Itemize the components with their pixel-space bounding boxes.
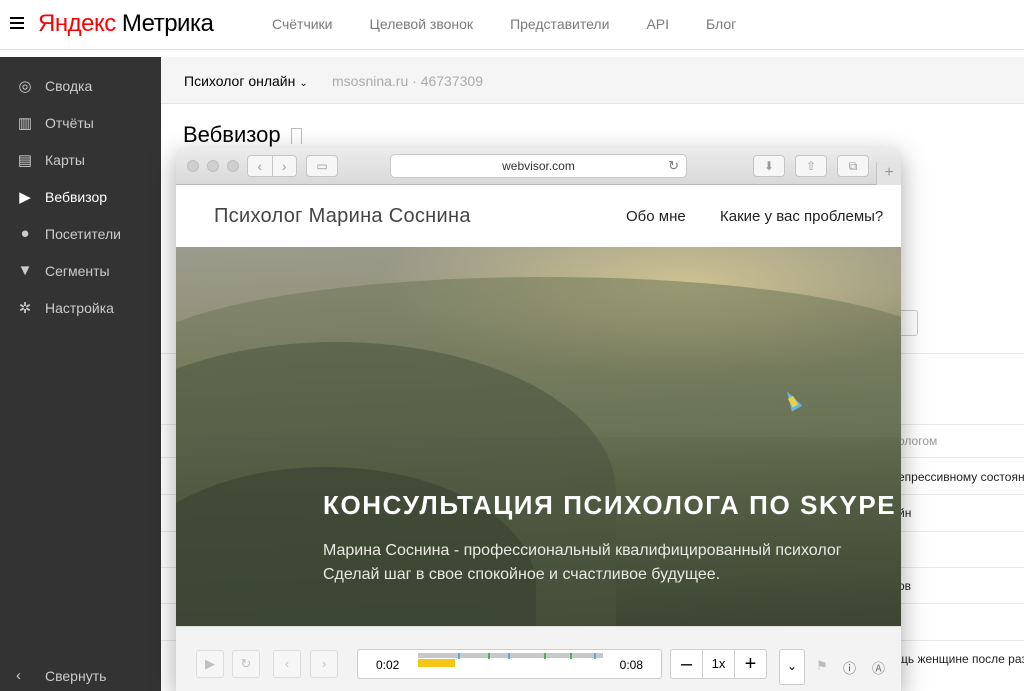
timeline-played xyxy=(418,659,455,667)
gauge-icon: ◎ xyxy=(18,77,32,95)
sidebar-item-webvisor[interactable]: ▶ Вебвизор xyxy=(0,178,161,215)
gear-icon: ✲ xyxy=(18,299,32,317)
current-time: 0:02 xyxy=(376,658,400,672)
window-close-button[interactable] xyxy=(187,160,199,172)
sidebar-item-label: Отчёты xyxy=(45,114,94,131)
chevron-left-icon: ‹ xyxy=(16,667,21,684)
forward-icon[interactable]: › xyxy=(273,156,297,176)
timeline-marker xyxy=(544,653,546,659)
timeline-marker xyxy=(488,653,490,659)
webvisor-window: ‹ › ▭ webvisor.com ↻ ⬇ ⇧ ⧉ + Психолог Ма… xyxy=(176,148,901,691)
sidebar-item-maps[interactable]: ▤ Карты xyxy=(0,141,161,178)
speed-increase-button[interactable]: + xyxy=(734,650,766,678)
sidebar-item-label: Посетители xyxy=(45,225,121,242)
map-icon: ▤ xyxy=(17,151,33,169)
url-text: webvisor.com xyxy=(502,159,575,173)
site-header: Психолог Марина Соснина Обо мне Какие у … xyxy=(176,185,901,247)
bar-chart-icon: ▥ xyxy=(17,114,33,132)
top-nav-representatives[interactable]: Представители xyxy=(510,16,609,32)
window-minimize-button[interactable] xyxy=(207,160,219,172)
site-name[interactable]: Психолог Марина Соснина xyxy=(214,205,471,228)
window-zoom-button[interactable] xyxy=(227,160,239,172)
sidebar-item-label: Сегменты xyxy=(45,262,110,279)
share-icon[interactable]: ⇧ xyxy=(795,155,827,177)
logo[interactable]: Яндекс Метрика xyxy=(38,10,214,38)
table-header-cell: ологом xyxy=(898,434,938,448)
tabs-icon[interactable]: ⧉ xyxy=(837,155,869,177)
site-nav-problems[interactable]: Какие у вас проблемы? xyxy=(720,208,883,225)
timeline-marker xyxy=(594,653,596,659)
speed-decrease-button[interactable]: – xyxy=(671,650,702,678)
timeline-track[interactable] xyxy=(418,653,603,658)
browser-nav: ‹ › xyxy=(247,155,297,177)
prev-button[interactable]: ‹ xyxy=(273,650,301,678)
bookmark-icon[interactable] xyxy=(291,128,302,145)
sidebar-item-segments[interactable]: ▼ Сегменты xyxy=(0,252,161,289)
sidebar-item-reports[interactable]: ▥ Отчёты xyxy=(0,104,161,141)
table-cell[interactable]: щь женщине после раз xyxy=(898,652,1024,666)
sidebar-item-summary[interactable]: ◎ Сводка xyxy=(0,67,161,104)
sidebar-toggle-icon[interactable]: ▭ xyxy=(306,155,338,177)
back-icon[interactable]: ‹ xyxy=(248,156,273,176)
hero-image: КОНСУЛЬТАЦИЯ ПСИХОЛОГА ПО SKYPE Марина С… xyxy=(176,247,901,626)
browser-toolbar: ‹ › ▭ webvisor.com ↻ ⬇ ⇧ ⧉ + xyxy=(176,148,901,185)
counter-selector[interactable]: Психолог онлайн ⌄ xyxy=(184,73,308,89)
sidebar: ◎ Сводка ▥ Отчёты ▤ Карты ▶ Вебвизор ● П… xyxy=(0,57,161,691)
next-button[interactable]: › xyxy=(310,650,338,678)
flag-icon[interactable]: ⚑ xyxy=(816,658,828,674)
sidebar-item-label: Настройка xyxy=(45,299,114,316)
top-nav-blog[interactable]: Блог xyxy=(706,16,736,32)
table-cell[interactable]: епрессивному состоян xyxy=(898,470,1024,484)
collapse-label: Свернуть xyxy=(45,667,107,684)
counter-name: Психолог онлайн xyxy=(184,73,296,89)
download-icon[interactable]: ⬇ xyxy=(753,155,785,177)
user-icon: ● xyxy=(20,225,30,242)
top-nav-counters[interactable]: Счётчики xyxy=(272,16,333,32)
play-icon: ▶ xyxy=(19,188,31,206)
counter-bar: Психолог онлайн ⌄ msosnina.ru · 46737309 xyxy=(161,57,1024,104)
reload-icon[interactable]: ↻ xyxy=(668,155,679,177)
site-nav-about[interactable]: Обо мне xyxy=(626,208,686,225)
page-title: Вебвизор xyxy=(183,122,281,147)
hero-subtitle-line: Сделай шаг в свое спокойное и счастливое… xyxy=(323,566,721,583)
chevron-down-icon: ⌄ xyxy=(299,78,308,89)
play-button[interactable]: ▶ xyxy=(196,650,224,678)
total-time: 0:08 xyxy=(619,658,643,672)
hero-title: КОНСУЛЬТАЦИЯ ПСИХОЛОГА ПО SKYPE xyxy=(323,490,897,520)
filter-icon: ▼ xyxy=(17,262,33,279)
hero-subtitle-line: Марина Соснина - профессиональный квалиф… xyxy=(323,542,842,559)
top-bar: Яндекс Метрика Счётчики Целевой звонок П… xyxy=(0,0,1024,50)
chevron-down-icon[interactable]: ⌄ xyxy=(779,649,805,685)
menu-icon[interactable] xyxy=(10,17,24,29)
speed-value: 1x xyxy=(702,650,734,678)
sidebar-item-label: Карты xyxy=(45,151,85,168)
site-info: msosnina.ru · 46737309 xyxy=(332,73,483,89)
sidebar-item-visitors[interactable]: ● Посетители xyxy=(0,215,161,252)
sidebar-item-settings[interactable]: ✲ Настройка xyxy=(0,289,161,326)
timeline-marker xyxy=(458,653,460,659)
timeline[interactable]: 0:02 0:08 xyxy=(357,649,662,679)
info-icon[interactable]: ⓘ xyxy=(843,658,856,677)
speed-control: – 1x + xyxy=(670,649,767,679)
sidebar-item-label: Сводка xyxy=(45,77,93,94)
top-nav-api[interactable]: API xyxy=(646,16,669,32)
hero-subtitle: Марина Соснина - профессиональный квалиф… xyxy=(323,539,901,587)
logo-brand: Яндекс xyxy=(38,10,116,37)
top-nav-target-call[interactable]: Целевой звонок xyxy=(370,16,474,32)
address-bar[interactable]: webvisor.com ↻ xyxy=(390,154,687,178)
collapse-button[interactable]: ‹ Свернуть xyxy=(16,667,106,684)
timeline-marker xyxy=(570,653,572,659)
timeline-marker xyxy=(508,653,510,659)
replay-button[interactable]: ↻ xyxy=(232,650,260,678)
player-controls: ▶ ↻ ‹ › 0:02 0:08 – 1x + ⌄ ⚑ ⓘ Ⓐ xyxy=(176,626,901,691)
logo-product: Метрика xyxy=(121,10,214,37)
sidebar-item-label: Вебвизор xyxy=(45,188,108,205)
top-nav: Счётчики Целевой звонок Представители AP… xyxy=(272,16,736,32)
text-icon[interactable]: Ⓐ xyxy=(872,658,885,677)
new-tab-icon[interactable]: + xyxy=(876,162,901,185)
